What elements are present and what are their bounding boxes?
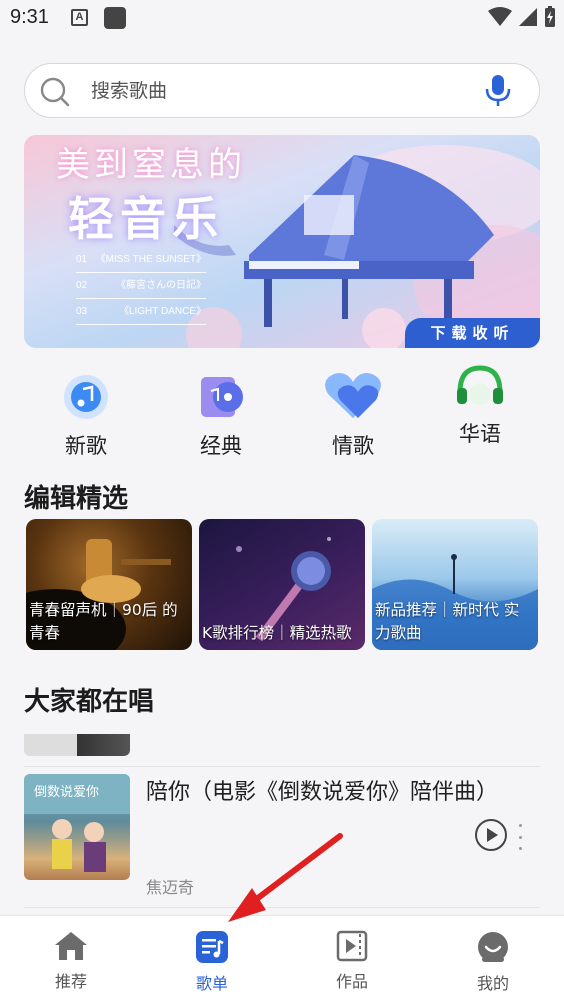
previous-song-cover-partial — [24, 734, 130, 756]
notification-a-icon: A — [71, 9, 88, 26]
banner-track: 03 《LIGHT DANCE》 — [76, 299, 206, 325]
heart-icon — [325, 373, 381, 418]
divider — [24, 766, 540, 767]
download-listen-button[interactable]: 下载收听 — [405, 318, 540, 348]
search-bar[interactable] — [24, 63, 540, 118]
category-chinese[interactable]: 华语 — [435, 364, 525, 448]
movie-poster-image: 倒数说爱你 — [24, 774, 130, 872]
category-label: 华语 — [459, 422, 501, 446]
battery-icon — [545, 6, 555, 27]
nav-label: 歌单 — [195, 974, 228, 993]
headphones-icon — [457, 365, 503, 405]
banner-title-top: 美到窒息的 — [56, 145, 246, 185]
card-caption: K歌排行榜｜精选热歌 — [202, 624, 352, 642]
promo-banner[interactable]: 美到窒息的 轻音乐 01 《MISS THE SUNSET》 02 《藤宮さんの日記… — [24, 135, 540, 348]
category-love-songs[interactable]: 情歌 — [308, 370, 398, 460]
category-label: 情歌 — [332, 434, 374, 458]
bottom-navigation: 推荐 歌单 作品 我的 — [0, 915, 564, 1004]
nav-label: 我的 — [476, 974, 509, 993]
card-caption: 青春留声机｜90后 的青春 — [29, 601, 178, 642]
svg-text:倒数说爱你: 倒数说爱你 — [34, 785, 99, 800]
playlist-card[interactable]: K歌排行榜｜精选热歌 — [199, 519, 365, 650]
song-artist: 焦迈奇 — [146, 878, 195, 897]
status-time: 9:31 — [10, 6, 49, 28]
more-options-icon[interactable] — [516, 824, 524, 850]
section-title-editors-pick: 编辑精选 — [24, 484, 129, 514]
nav-tab-playlist[interactable]: 歌单 — [172, 930, 252, 994]
profile-icon — [478, 932, 508, 962]
category-classics[interactable]: 经典 — [176, 372, 266, 460]
status-bar: 9:31 A — [0, 0, 564, 38]
divider — [24, 907, 540, 908]
banner-track: 01 《MISS THE SUNSET》 — [76, 247, 206, 273]
playlist-card[interactable]: 青春留声机｜90后 的青春 — [26, 519, 192, 650]
signal-icon — [519, 8, 537, 26]
notification-app-icon — [104, 7, 126, 29]
search-icon — [40, 77, 70, 107]
microphone-icon[interactable] — [485, 74, 511, 108]
wifi-icon — [488, 7, 512, 26]
nav-tab-works[interactable]: 作品 — [312, 930, 392, 992]
music-note-icon — [64, 375, 108, 419]
category-new-songs[interactable]: 新歌 — [41, 372, 131, 460]
section-title-everyone-sings: 大家都在唱 — [24, 687, 155, 717]
card-caption: 新品推荐｜新时代 实力歌曲 — [375, 601, 520, 642]
playlist-icon — [196, 931, 228, 963]
video-works-icon — [336, 930, 368, 962]
banner-tracklist: 01 《MISS THE SUNSET》 02 《藤宮さんの日記》 03 《LIGHT… — [76, 247, 206, 325]
banner-title-main: 轻音乐 — [68, 192, 224, 246]
category-label: 经典 — [200, 434, 242, 458]
category-label: 新歌 — [65, 434, 107, 458]
home-icon — [55, 932, 87, 960]
playlist-card[interactable]: 新品推荐｜新时代 实力歌曲 — [372, 519, 538, 650]
song-title: 陪你（电影《倒数说爱你》陪伴曲） — [146, 780, 499, 805]
nav-label: 作品 — [335, 972, 368, 991]
banner-track: 02 《藤宮さんの日記》 — [76, 273, 206, 299]
song-cover: 倒数说爱你 — [24, 774, 130, 880]
nav-tab-mine[interactable]: 我的 — [453, 930, 533, 994]
search-input[interactable] — [91, 75, 471, 107]
nav-tab-recommend[interactable]: 推荐 — [31, 930, 111, 992]
song-row[interactable]: 倒数说爱你 陪你（电影《倒数说爱你》陪伴曲） 焦迈奇 — [24, 774, 540, 897]
status-indicators — [488, 6, 556, 28]
nav-label: 推荐 — [54, 972, 87, 991]
vinyl-record-icon — [201, 377, 243, 417]
play-icon[interactable] — [474, 818, 508, 852]
